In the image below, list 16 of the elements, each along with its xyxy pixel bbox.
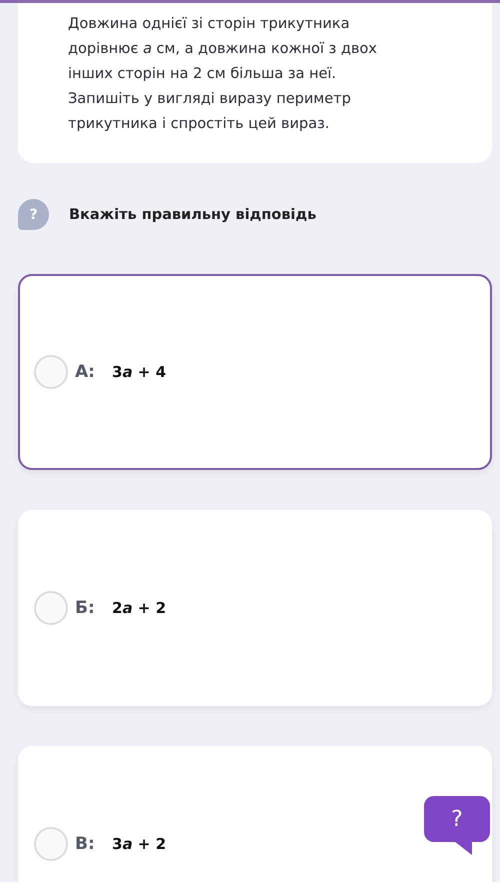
radio-button[interactable]: [34, 827, 68, 861]
help-button[interactable]: ?: [424, 796, 490, 842]
option-letter: В:: [75, 834, 96, 854]
answer-option[interactable]: А: 3a + 4: [18, 274, 492, 470]
radio-button[interactable]: [34, 355, 68, 389]
question-text: Довжина однієї зі сторін трикутника дорівнює a см, а довжина кожної з двох інших сторін на 2 см більша за неї. Запишіть у вигляді виразу периметр трикутника і спростіть цей вираз.: [68, 15, 378, 134]
option-answer: 2a + 2: [112, 599, 166, 617]
prompt-text: Вкажіть правильну відповідь: [69, 206, 316, 222]
option-letter: А:: [75, 362, 96, 382]
option-answer: 3a + 4: [112, 363, 166, 381]
answer-option[interactable]: Б: 2a + 2: [18, 510, 492, 706]
question-icon: ?: [18, 199, 49, 230]
option-answer: 3a + 2: [112, 835, 166, 853]
option-letter: Б:: [75, 598, 96, 618]
speech-tail-icon: [454, 841, 472, 855]
radio-button[interactable]: [34, 591, 68, 625]
